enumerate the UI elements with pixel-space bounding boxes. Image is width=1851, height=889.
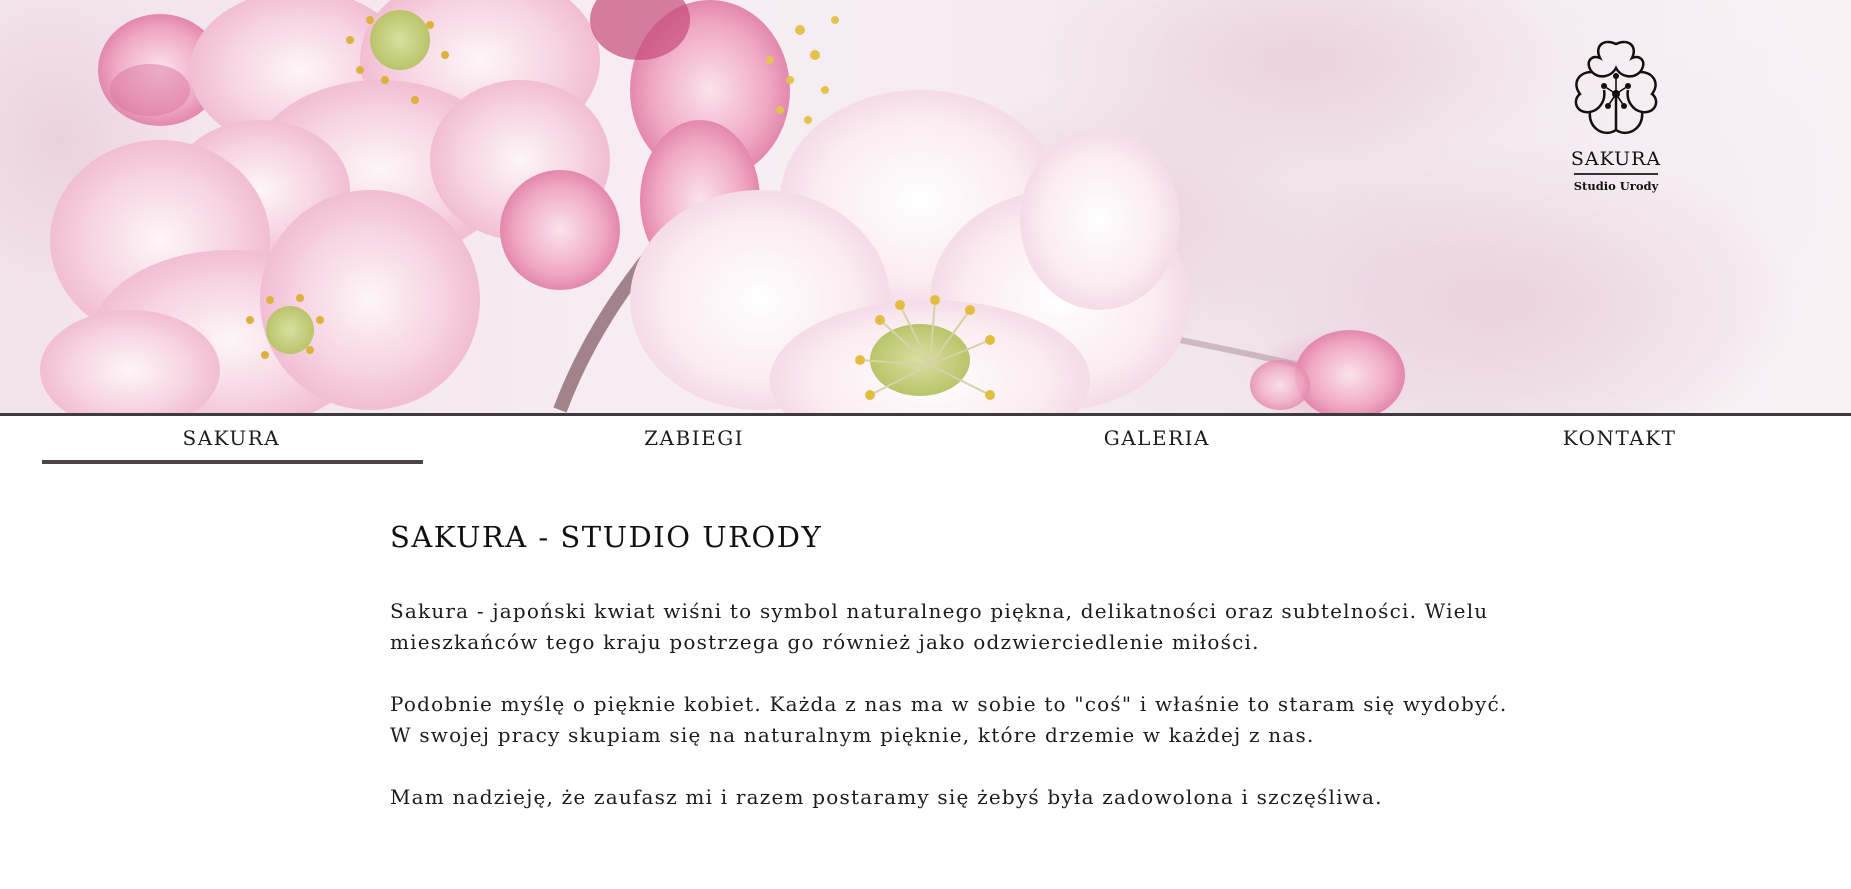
nav-item-galeria[interactable]: GALERIA xyxy=(926,416,1389,466)
intro-paragraph: Sakura - japoński kwiat wiśni to symbol … xyxy=(390,599,1489,654)
philosophy-paragraph: Podobnie myślę o pięknie kobiet. Każda z… xyxy=(390,692,1508,747)
closing-paragraph: Mam nadzieję, że zaufasz mi i razem post… xyxy=(390,785,1383,809)
logo-subtitle: Studio Urody xyxy=(1573,179,1659,193)
logo-title: SAKURA xyxy=(1570,148,1662,170)
hero-banner: SAKURA Studio Urody xyxy=(0,0,1851,413)
nav-active-indicator xyxy=(42,460,423,464)
nav-item-kontakt[interactable]: KONTAKT xyxy=(1388,416,1851,466)
main-content: SAKURA - STUDIO URODY Sakura - japoński … xyxy=(390,520,1510,813)
nav-item-zabiegi[interactable]: ZABIEGI xyxy=(463,416,926,466)
sakura-flower-icon xyxy=(1574,40,1658,135)
brand-logo[interactable]: SAKURA Studio Urody xyxy=(1564,36,1668,193)
page-title: SAKURA - STUDIO URODY xyxy=(390,520,823,554)
logo-divider xyxy=(1574,173,1658,175)
nav-item-sakura[interactable]: SAKURA xyxy=(0,416,463,466)
main-nav: SAKURA ZABIEGI GALERIA KONTAKT xyxy=(0,416,1851,466)
